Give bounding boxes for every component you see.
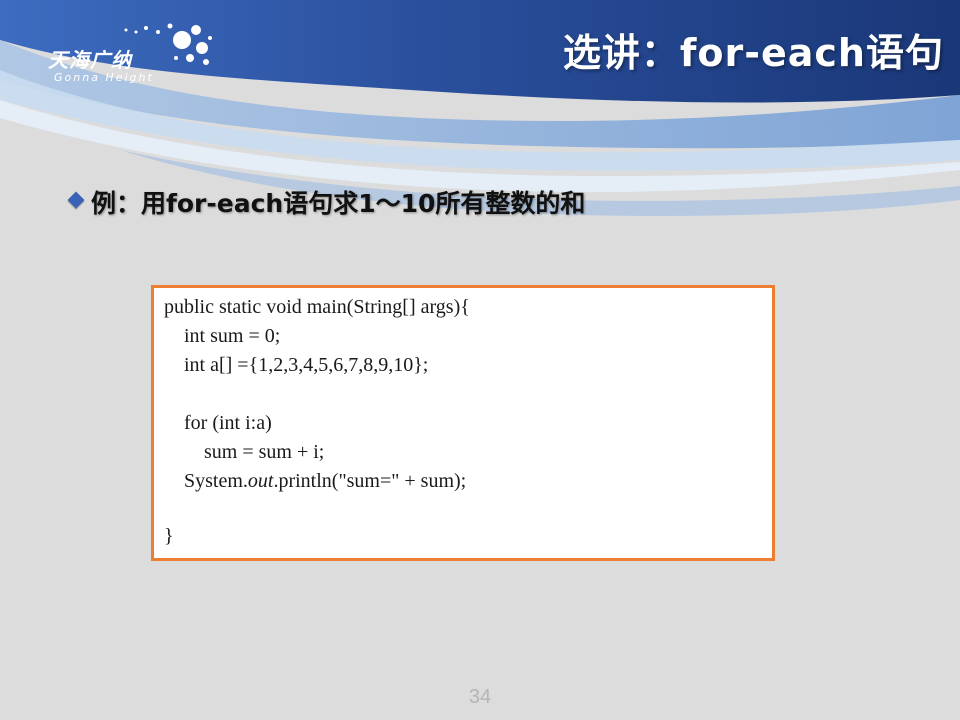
code-line: } [164, 525, 174, 547]
code-line: for (int i:a) [164, 412, 272, 434]
logo-name: 天海广纳 [48, 48, 132, 72]
bullet-item: 例：用for-each语句求1～10所有整数的和 [67, 184, 586, 220]
code-segment: .println("sum=" + sum); [273, 470, 467, 492]
logo: 天海广纳 Gonna Height [48, 44, 154, 84]
code-line: int sum = 0; [164, 325, 281, 347]
bullet-text: 例：用for-each语句求1～10所有整数的和 [91, 189, 586, 218]
code-segment: System. [164, 470, 248, 492]
slide-title: 选讲：for-each语句 [562, 31, 944, 75]
code-line: int a[] ={1,2,3,4,5,6,7,8,9,10}; [164, 354, 429, 376]
logo-subtitle: Gonna Height [54, 71, 154, 84]
code-line: sum = sum + i; [164, 441, 325, 463]
code-block: public static void main(String[] args){ … [151, 285, 775, 561]
page-number: 34 [468, 686, 492, 708]
code-line-println: System.out.println("sum=" + sum); [164, 470, 466, 493]
code-line: public static void main(String[] args){ [164, 296, 470, 318]
code-segment-out: out [247, 470, 274, 492]
diamond-bullet-icon [67, 191, 85, 209]
